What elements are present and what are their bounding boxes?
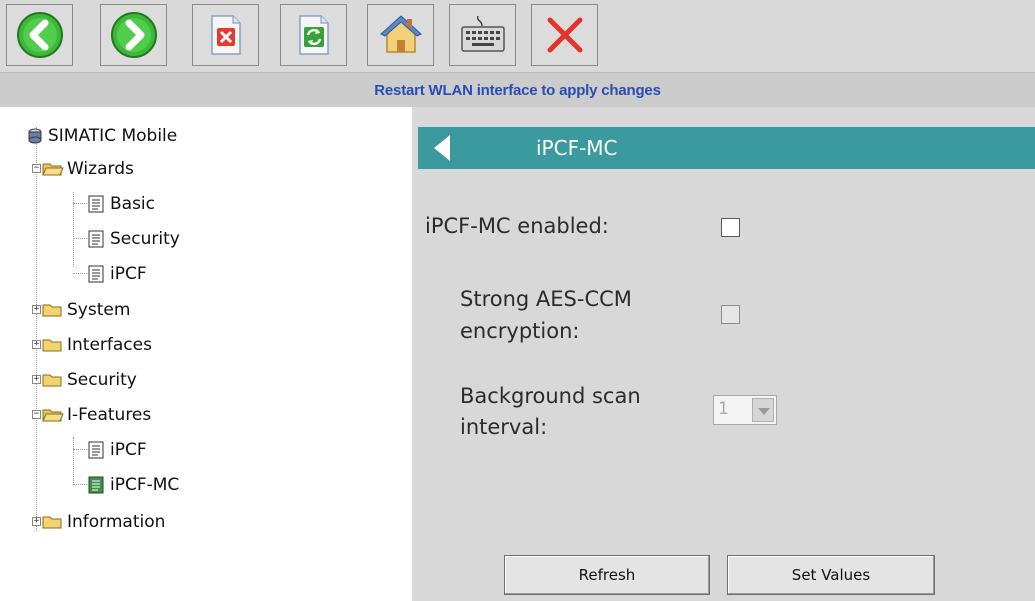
tree-item-ipcf-mc[interactable]: iPCF-MC — [88, 470, 179, 500]
tree-label: Security — [110, 229, 180, 249]
select-value: 1 — [718, 399, 729, 419]
tree-item-basic[interactable]: Basic — [88, 189, 155, 219]
reload-button[interactable] — [280, 4, 347, 66]
folder-icon — [42, 516, 62, 529]
scan-label-line1: Background scan — [460, 384, 641, 408]
scan-interval-select[interactable]: 1 — [713, 395, 777, 425]
tree-item-interfaces[interactable]: Interfaces — [42, 330, 152, 360]
expand-toggle[interactable]: + — [32, 340, 41, 349]
back-triangle-icon[interactable] — [434, 135, 450, 161]
tree-label: SIMATIC Mobile — [48, 126, 178, 146]
ipcf-mc-enabled-checkbox[interactable] — [721, 218, 740, 237]
discard-document-icon — [210, 15, 241, 55]
tree-item-system[interactable]: System — [42, 295, 130, 325]
toolbar — [0, 0, 1035, 72]
panel-header: iPCF-MC — [418, 127, 1035, 169]
tree-label: Information — [67, 512, 166, 532]
tree-root-simatic-mobile[interactable]: SIMATIC Mobile — [28, 121, 177, 151]
scan-label-line2: interval: — [460, 415, 548, 439]
tree-label: iPCF — [110, 440, 147, 460]
tree-label: Interfaces — [67, 335, 152, 355]
page-icon — [88, 265, 104, 283]
set-values-button[interactable]: Set Values — [727, 555, 935, 595]
folder-icon — [42, 374, 62, 387]
page-icon — [88, 195, 104, 213]
keyboard-button[interactable] — [449, 4, 516, 66]
open-folder-icon — [42, 409, 64, 422]
navigation-tree: SIMATIC Mobile − Wizards Basic Security … — [0, 107, 412, 601]
expand-toggle[interactable]: + — [32, 375, 41, 384]
back-arrow-icon — [16, 12, 63, 58]
aes-label-line1: Strong AES-CCM — [460, 287, 632, 311]
tree-label: Security — [67, 370, 137, 390]
discard-button[interactable] — [192, 4, 259, 66]
back-button[interactable] — [6, 4, 73, 66]
page-icon — [88, 230, 104, 248]
open-folder-icon — [42, 163, 64, 176]
tree-item-i-features[interactable]: I-Features — [42, 400, 151, 430]
tree-label: Basic — [110, 194, 156, 214]
tree-item-information[interactable]: Information — [42, 507, 165, 537]
forward-button[interactable] — [100, 4, 167, 66]
tree-item-ipcf-wizard[interactable]: iPCF — [88, 259, 147, 289]
close-button[interactable] — [531, 4, 598, 66]
folder-icon — [42, 304, 62, 317]
tree-label: Wizards — [67, 159, 134, 179]
keyboard-icon — [460, 15, 505, 52]
collapse-toggle[interactable]: − — [32, 164, 41, 173]
aes-label-line2: encryption: — [460, 319, 580, 343]
chevron-down-icon[interactable] — [752, 398, 774, 422]
settings-panel: iPCF-MC iPCF-MC enabled: Strong AES-CCM … — [412, 107, 1035, 601]
collapse-toggle[interactable]: − — [32, 410, 41, 419]
expand-toggle[interactable]: + — [32, 305, 41, 314]
tree-label: System — [67, 300, 131, 320]
expand-toggle[interactable]: + — [32, 517, 41, 526]
refresh-button[interactable]: Refresh — [504, 555, 710, 595]
tree-item-ipcf[interactable]: iPCF — [88, 435, 147, 465]
tree-item-security-wizard[interactable]: Security — [88, 224, 180, 254]
status-message: Restart WLAN interface to apply changes — [0, 72, 1035, 108]
forward-arrow-icon — [110, 12, 157, 58]
home-button[interactable] — [367, 4, 434, 66]
tree-label: iPCF-MC — [110, 475, 180, 495]
aes-ccm-checkbox[interactable] — [721, 305, 740, 324]
page-title: iPCF-MC — [536, 136, 618, 160]
tree-item-security[interactable]: Security — [42, 365, 137, 395]
enabled-label: iPCF-MC enabled: — [425, 214, 609, 238]
close-icon — [547, 17, 582, 53]
home-icon — [379, 15, 422, 53]
tree-item-wizards[interactable]: Wizards — [42, 154, 134, 184]
page-icon — [88, 441, 104, 459]
reload-document-icon — [298, 15, 329, 55]
folder-icon — [42, 339, 62, 352]
tree-label: I-Features — [67, 405, 152, 425]
page-selected-icon — [88, 476, 104, 494]
device-icon — [28, 128, 42, 144]
tree-label: iPCF — [110, 264, 147, 284]
